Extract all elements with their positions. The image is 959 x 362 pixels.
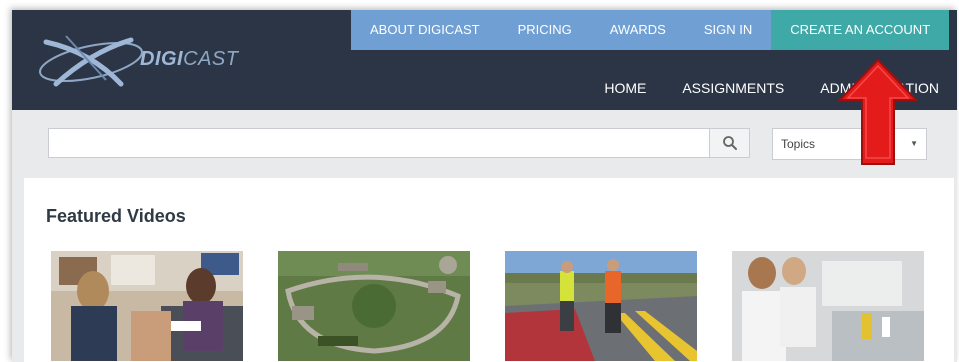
nav-pricing-link[interactable]: PRICING	[499, 10, 591, 50]
nav-assignments-link[interactable]: ASSIGNMENTS	[664, 70, 802, 106]
brand-wordmark: DIGICAST	[140, 48, 238, 71]
nav-awards-link[interactable]: AWARDS	[591, 10, 685, 50]
search-bar	[48, 128, 780, 160]
nav-about-link[interactable]: ABOUT DIGICAST	[351, 10, 499, 50]
video-thumbnail-aerial[interactable]	[278, 251, 470, 361]
search-input[interactable]	[48, 128, 709, 158]
search-button[interactable]	[709, 128, 750, 158]
nav-sign-in-link[interactable]: SIGN IN	[685, 10, 771, 50]
section-heading: Featured Videos	[46, 206, 186, 226]
brand-name-rest: CAST	[183, 48, 239, 70]
featured-videos-section: Featured Videos	[24, 178, 954, 362]
search-icon	[722, 136, 737, 150]
site-header: DIGICAST ABOUT DIGICAST PRICING AWARDS S…	[12, 10, 957, 110]
video-thumbnail-laboratory[interactable]	[732, 251, 924, 361]
nav-home-link[interactable]: HOME	[586, 70, 664, 106]
create-account-button[interactable]: CREATE AN ACCOUNT	[771, 10, 950, 50]
video-thumbnail-front-desk[interactable]	[51, 251, 243, 361]
top-nav: ABOUT DIGICAST PRICING AWARDS SIGN IN CR…	[351, 10, 950, 50]
brand-name-bold: DIGI	[140, 48, 184, 70]
browser-frame: DIGICAST ABOUT DIGICAST PRICING AWARDS S…	[12, 10, 957, 362]
topics-select-value: Topics	[781, 137, 816, 151]
annotation-arrow-icon	[838, 58, 918, 165]
video-thumbnail-airfield[interactable]	[505, 251, 697, 361]
